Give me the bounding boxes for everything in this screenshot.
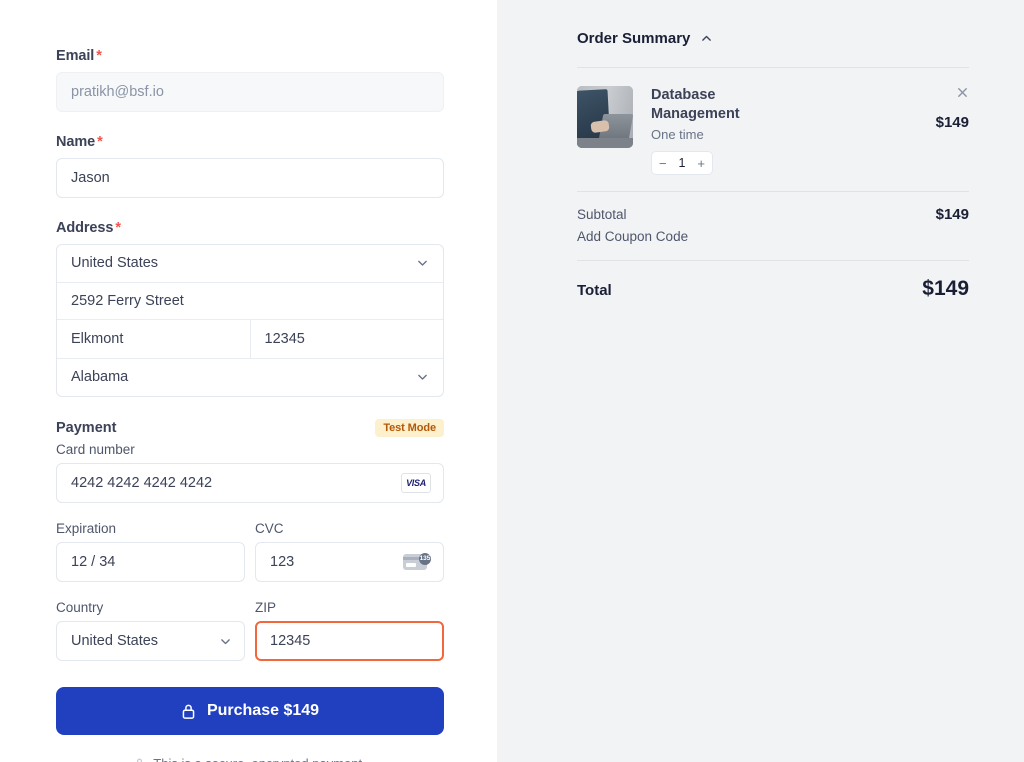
- email-value: pratikh@bsf.io: [71, 84, 164, 100]
- address-postal-field[interactable]: 12345: [251, 320, 444, 358]
- address-state-value: Alabama: [71, 369, 128, 385]
- address-city-value: Elkmont: [71, 331, 123, 347]
- order-item-price: $149: [936, 114, 969, 131]
- remove-item-icon[interactable]: [956, 86, 969, 99]
- chevron-down-icon: [416, 371, 429, 384]
- quantity-stepper[interactable]: − 1 +: [651, 151, 713, 175]
- total-value: $149: [922, 277, 969, 301]
- cvc-field[interactable]: 123 135: [255, 542, 444, 582]
- order-item-right: $149: [909, 86, 969, 175]
- chevron-up-icon[interactable]: [700, 32, 713, 45]
- subtotal-row: Subtotal $149: [577, 192, 969, 223]
- zip-value: 12345: [270, 633, 310, 649]
- secure-payment-text: This is a secure, encrypted payment.: [153, 756, 365, 762]
- order-summary-header[interactable]: Order Summary: [577, 30, 969, 47]
- cvc-label: CVC: [255, 521, 444, 536]
- name-label-text: Name: [56, 134, 95, 150]
- order-item-row: Database Management One time − 1 + $149: [577, 68, 969, 191]
- purchase-button-label: Purchase $149: [207, 702, 319, 720]
- address-label-text: Address: [56, 220, 113, 236]
- expiration-field[interactable]: 12 / 34: [56, 542, 245, 582]
- zip-label: ZIP: [255, 600, 444, 615]
- chevron-down-icon: [416, 257, 429, 270]
- address-required-mark: *: [115, 220, 121, 236]
- purchase-button[interactable]: Purchase $149: [56, 687, 444, 735]
- add-coupon-code-link[interactable]: Add Coupon Code: [577, 223, 688, 260]
- checkout-page: Email* pratikh@bsf.io Name* Jason Addres…: [0, 0, 1024, 762]
- secure-payment-note: This is a secure, encrypted payment.: [56, 756, 444, 762]
- card-number-value: 4242 4242 4242 4242: [71, 475, 212, 491]
- cvc-hint-digits: 135: [419, 553, 431, 565]
- subtotal-value: $149: [936, 206, 969, 223]
- cvc-group: CVC 123 135: [255, 521, 444, 582]
- order-summary-pane: Order Summary Database Management One ti…: [497, 0, 1024, 762]
- cvc-value: 123: [270, 554, 294, 570]
- address-city-field[interactable]: Elkmont: [57, 320, 251, 358]
- name-field[interactable]: Jason: [56, 158, 444, 198]
- quantity-decrement-button[interactable]: −: [659, 157, 667, 170]
- payment-header: Payment Test Mode: [56, 419, 444, 437]
- email-label: Email*: [56, 48, 445, 64]
- name-label: Name*: [56, 134, 445, 150]
- payment-country-value: United States: [71, 633, 158, 649]
- address-country-select[interactable]: United States: [57, 245, 443, 283]
- visa-card-icon: VISA: [401, 473, 431, 493]
- quantity-value: 1: [679, 156, 686, 170]
- card-number-label: Card number: [56, 442, 445, 457]
- quantity-increment-button[interactable]: +: [697, 157, 705, 170]
- address-state-select[interactable]: Alabama: [57, 359, 443, 397]
- subtotal-label: Subtotal: [577, 207, 627, 222]
- payment-title: Payment: [56, 420, 116, 436]
- order-summary-title: Order Summary: [577, 30, 690, 47]
- email-label-text: Email: [56, 48, 94, 64]
- name-required-mark: *: [97, 134, 103, 150]
- address-country-value: United States: [71, 255, 158, 271]
- order-item-details: Database Management One time − 1 +: [651, 86, 909, 175]
- payment-country-label: Country: [56, 600, 245, 615]
- lock-icon: [181, 703, 196, 720]
- address-street-field[interactable]: 2592 Ferry Street: [57, 283, 443, 321]
- address-postal-value: 12345: [265, 331, 305, 347]
- expiration-cvc-row: Expiration 12 / 34 CVC 123 135: [56, 521, 444, 582]
- address-street-value: 2592 Ferry Street: [71, 293, 184, 309]
- country-zip-row: Country United States ZIP 12345: [56, 600, 444, 661]
- email-required-mark: *: [96, 48, 102, 64]
- expiration-group: Expiration 12 / 34: [56, 521, 245, 582]
- order-item-name: Database Management: [651, 86, 756, 124]
- address-label: Address*: [56, 220, 445, 236]
- checkout-form-pane: Email* pratikh@bsf.io Name* Jason Addres…: [0, 0, 497, 762]
- address-group: United States 2592 Ferry Street Elkmont …: [56, 244, 444, 397]
- payment-country-group: Country United States: [56, 600, 245, 661]
- payment-country-select[interactable]: United States: [56, 621, 245, 661]
- total-label: Total: [577, 282, 612, 299]
- address-city-postal-row: Elkmont 12345: [57, 320, 443, 359]
- name-value: Jason: [71, 170, 110, 186]
- card-number-field[interactable]: 4242 4242 4242 4242 VISA: [56, 463, 444, 503]
- order-item-billing: One time: [651, 127, 909, 142]
- lock-icon: [134, 757, 145, 762]
- expiration-label: Expiration: [56, 521, 245, 536]
- cvc-card-icon: 135: [403, 553, 431, 572]
- zip-group: ZIP 12345: [255, 600, 444, 661]
- expiration-value: 12 / 34: [71, 554, 115, 570]
- email-field[interactable]: pratikh@bsf.io: [56, 72, 444, 112]
- product-thumbnail: [577, 86, 633, 148]
- test-mode-badge: Test Mode: [375, 419, 444, 437]
- chevron-down-icon: [219, 635, 232, 648]
- zip-field[interactable]: 12345: [255, 621, 444, 661]
- total-row: Total $149: [577, 261, 969, 301]
